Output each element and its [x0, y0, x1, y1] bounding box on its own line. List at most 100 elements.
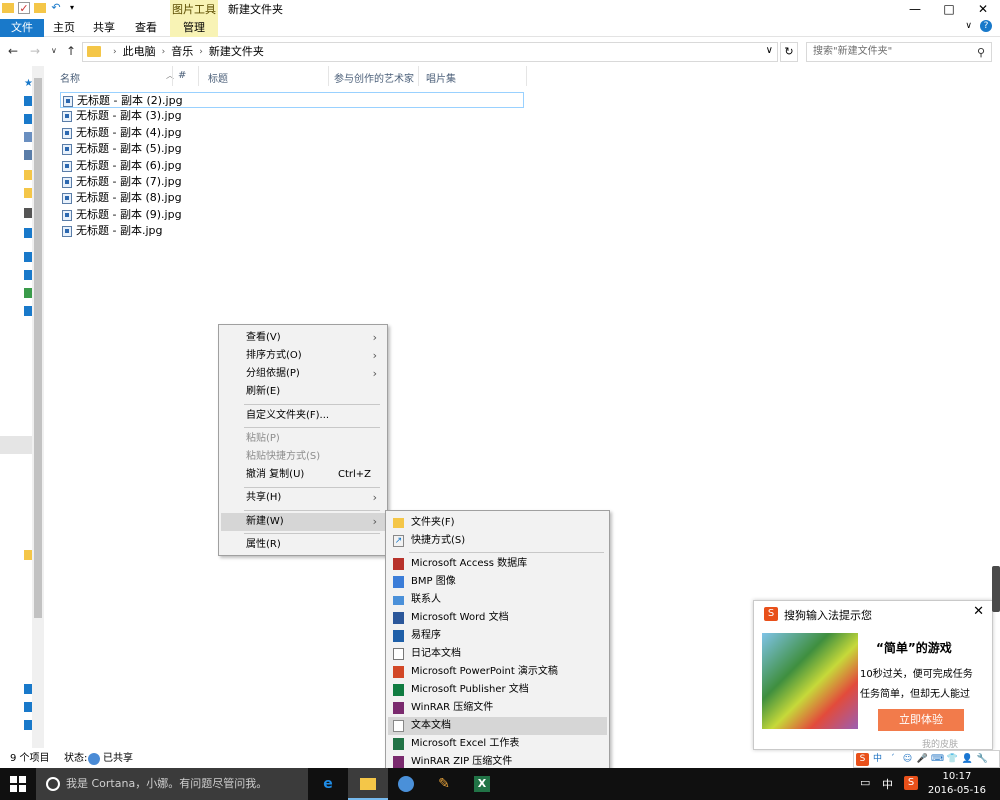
tab-home[interactable]: 主页 — [44, 19, 84, 37]
taskbar-file-explorer[interactable] — [348, 768, 388, 800]
help-icon[interactable]: ? — [980, 20, 992, 32]
forward-icon[interactable]: → — [30, 44, 40, 58]
star-icon[interactable]: ★ — [24, 78, 33, 89]
video-icon[interactable] — [24, 208, 32, 218]
breadcrumb-music[interactable]: 音乐 — [171, 45, 193, 59]
expand-ribbon-icon[interactable]: ∨ — [965, 21, 972, 31]
action-center-icon[interactable]: ▭ — [860, 776, 870, 789]
search-input[interactable]: 搜索"新建文件夹" ⚲ — [806, 42, 992, 62]
ime-indicator[interactable]: 中 — [882, 776, 893, 792]
tab-view[interactable]: 查看 — [126, 19, 166, 37]
column-name[interactable]: 名称 — [60, 70, 80, 85]
my-skin-link[interactable]: 我的皮肤 — [922, 737, 958, 750]
menu-item-sort[interactable]: 排序方式(O) › — [221, 347, 385, 365]
column-artist[interactable]: 参与创作的艺术家 — [334, 70, 414, 85]
list-item[interactable]: 无标题 - 副本.jpg — [60, 223, 524, 239]
sogou-tray-icon[interactable]: S — [904, 776, 918, 790]
column-number[interactable]: # — [178, 70, 186, 81]
up-icon[interactable]: ↑ — [66, 44, 76, 58]
submenu-item-bmp[interactable]: BMP 图像 — [388, 573, 607, 591]
windows-start-icon[interactable] — [10, 776, 26, 792]
undo-icon[interactable]: ↶ — [50, 2, 62, 14]
close-button[interactable]: ✕ — [966, 0, 1000, 19]
nav-scrollbar-thumb[interactable] — [34, 78, 42, 618]
desktop-icon[interactable] — [24, 96, 32, 106]
list-item[interactable]: 无标题 - 副本 (9).jpg — [60, 207, 524, 223]
list-item[interactable]: 无标题 - 副本 (2).jpg — [60, 92, 524, 109]
breadcrumb-new-folder[interactable]: 新建文件夹 — [209, 45, 264, 59]
taskbar-browser[interactable] — [386, 768, 426, 800]
submenu-item-shortcut[interactable]: ↗ 快捷方式(S) — [388, 532, 607, 550]
breadcrumb-this-pc[interactable]: 此电脑 — [123, 45, 156, 59]
cloud-icon[interactable] — [24, 270, 32, 280]
menu-item-undo-copy[interactable]: 撤消 复制(U) Ctrl+Z — [221, 466, 385, 484]
menu-item-share[interactable]: 共享(H) › — [221, 489, 385, 507]
menu-item-view[interactable]: 查看(V) › — [221, 329, 385, 347]
submenu-item-journal[interactable]: 日记本文档 — [388, 645, 607, 663]
address-dropdown-icon[interactable]: ∨ — [766, 45, 773, 56]
folder-icon[interactable] — [24, 550, 32, 560]
nav-selected-item[interactable] — [0, 436, 32, 454]
drive-icon[interactable] — [24, 228, 32, 238]
menu-item-properties[interactable]: 属性(R) — [221, 536, 385, 554]
clock[interactable]: 10:17 2016-05-16 — [928, 770, 986, 798]
minimize-button[interactable]: — — [898, 0, 932, 19]
tab-share[interactable]: 共享 — [84, 19, 124, 37]
column-album[interactable]: 唱片集 — [426, 70, 456, 85]
pc-icon[interactable] — [24, 306, 32, 316]
recent-locations-icon[interactable]: ∨ — [51, 46, 57, 55]
punctuation-icon[interactable]: ˊ — [886, 753, 899, 766]
taskbar-paint[interactable]: ✎ — [424, 768, 464, 800]
network-icon[interactable] — [24, 684, 32, 694]
network-icon[interactable] — [24, 720, 32, 730]
menu-item-paste-shortcut[interactable]: 粘贴快捷方式(S) — [221, 448, 385, 466]
taskbar-excel[interactable]: X — [462, 768, 502, 800]
folder-icon[interactable] — [24, 170, 32, 180]
list-item[interactable]: 无标题 - 副本 (7).jpg — [60, 174, 524, 190]
list-item[interactable]: 无标题 - 副本 (4).jpg — [60, 125, 524, 141]
user-icon[interactable] — [24, 288, 32, 298]
menu-item-refresh[interactable]: 刷新(E) — [221, 383, 385, 401]
list-item[interactable]: 无标题 - 副本 (8).jpg — [60, 190, 524, 206]
picture-icon[interactable] — [24, 150, 32, 160]
properties-icon[interactable]: ✓ — [18, 2, 30, 15]
tab-manage[interactable]: 管理 — [170, 19, 218, 37]
folder-icon[interactable] — [24, 188, 32, 198]
new-folder-icon[interactable] — [34, 3, 46, 13]
tab-file[interactable]: 文件 — [0, 19, 44, 37]
maximize-button[interactable]: □ — [932, 0, 966, 19]
list-item[interactable]: 无标题 - 副本 (3).jpg — [60, 108, 524, 124]
address-box[interactable]: › 此电脑 › 音乐 › 新建文件夹 ∨ — [82, 42, 778, 62]
voice-icon[interactable]: 🎤 — [916, 753, 929, 766]
taskbar-edge[interactable]: e — [308, 768, 348, 800]
back-icon[interactable]: ← — [8, 44, 18, 58]
menu-item-customize-folder[interactable]: 自定义文件夹(F)... — [221, 407, 385, 425]
download-icon[interactable] — [24, 114, 32, 124]
account-icon[interactable]: 👤 — [961, 753, 974, 766]
customize-qat-icon[interactable]: ▾ — [66, 2, 78, 14]
submenu-item-powerpoint[interactable]: Microsoft PowerPoint 演示文稿 — [388, 663, 607, 681]
submenu-item-publisher[interactable]: Microsoft Publisher 文档 — [388, 681, 607, 699]
submenu-item-folder[interactable]: 文件夹(F) — [388, 514, 607, 532]
emoji-icon[interactable]: ☺ — [901, 753, 914, 766]
settings-icon[interactable]: 🔧 — [976, 753, 989, 766]
keyboard-icon[interactable]: ⌨ — [931, 753, 944, 766]
menu-item-group[interactable]: 分组依据(P) › — [221, 365, 385, 383]
document-icon[interactable] — [24, 132, 32, 142]
cortana-search-box[interactable]: 我是 Cortana，小娜。有问题尽管问我。 — [36, 768, 308, 800]
chinese-mode-icon[interactable]: 中 — [871, 753, 884, 766]
submenu-item-winrar[interactable]: WinRAR 压缩文件 — [388, 699, 607, 717]
try-now-button[interactable]: 立即体验 — [878, 709, 964, 731]
list-item[interactable]: 无标题 - 副本 (5).jpg — [60, 141, 524, 157]
game-preview-image[interactable] — [762, 633, 858, 729]
submenu-item-text-document[interactable]: 文本文档 — [388, 717, 607, 735]
sogou-logo-icon[interactable]: S — [856, 752, 869, 766]
submenu-item-word[interactable]: Microsoft Word 文档 — [388, 609, 607, 627]
column-title[interactable]: 标题 — [208, 70, 228, 85]
folder-icon[interactable] — [2, 3, 14, 13]
menu-item-new[interactable]: 新建(W) › — [221, 513, 385, 531]
submenu-item-access[interactable]: Microsoft Access 数据库 — [388, 555, 607, 573]
refresh-button[interactable]: ↻ — [780, 42, 798, 62]
list-item[interactable]: 无标题 - 副本 (6).jpg — [60, 158, 524, 174]
menu-item-paste[interactable]: 粘贴(P) — [221, 430, 385, 448]
